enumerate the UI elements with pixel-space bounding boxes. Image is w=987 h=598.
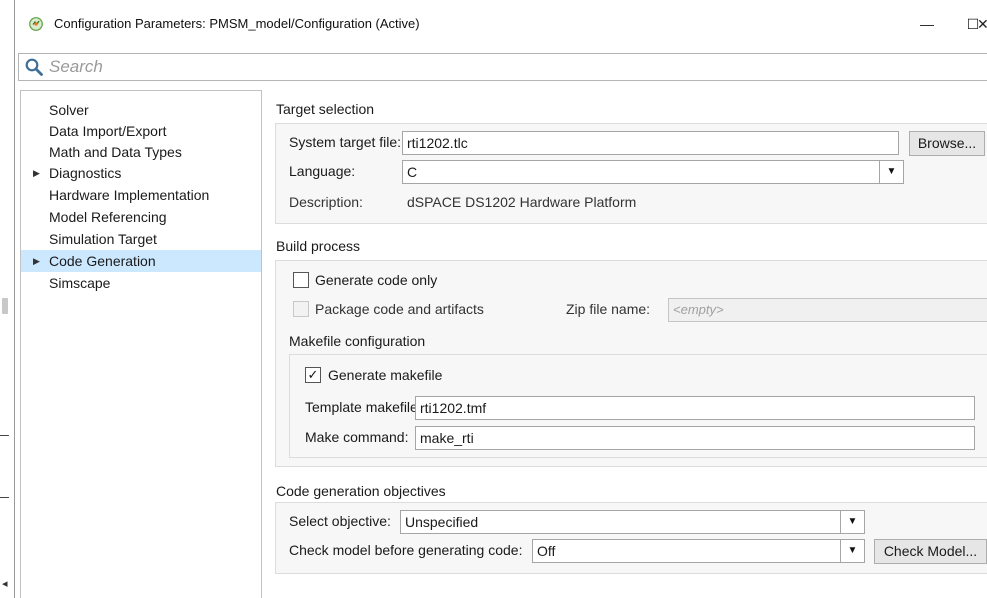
target-selection-group: System target file: rti1202.tlc Browse..… bbox=[275, 123, 987, 224]
tree-item-label: Hardware Implementation bbox=[49, 187, 210, 203]
check-model-label: Check model before generating code: bbox=[289, 542, 523, 558]
tree-item-label: Math and Data Types bbox=[49, 144, 182, 160]
tree-item-model-referencing[interactable]: Model Referencing bbox=[21, 206, 261, 228]
configuration-parameters-window: Configuration Parameters: PMSM_model/Con… bbox=[14, 0, 987, 598]
minimize-button[interactable]: — bbox=[904, 9, 950, 39]
check-model-button[interactable]: Check Model... bbox=[874, 539, 987, 564]
chevron-down-icon[interactable]: ▼ bbox=[840, 540, 864, 562]
system-target-file-field[interactable]: rti1202.tlc bbox=[402, 131, 899, 155]
generate-makefile-checkbox[interactable]: ✓ bbox=[305, 367, 321, 383]
build-process-group: Generate code only Package code and arti… bbox=[275, 260, 987, 467]
make-command-field[interactable]: make_rti bbox=[415, 426, 975, 450]
tree-item-solver[interactable]: Solver bbox=[21, 99, 261, 121]
tree-item-simulation-target[interactable]: Simulation Target bbox=[21, 228, 261, 250]
background-line bbox=[0, 497, 9, 498]
language-value: C bbox=[407, 164, 418, 180]
select-objective-dropdown[interactable]: Unspecified ▼ bbox=[400, 510, 865, 534]
tree-item-label: Diagnostics bbox=[49, 165, 122, 181]
system-target-file-label: System target file: bbox=[289, 134, 402, 150]
matlab-app-icon bbox=[29, 17, 43, 31]
background-line bbox=[0, 435, 9, 436]
generate-code-only-label: Generate code only bbox=[315, 272, 438, 288]
search-bar bbox=[18, 53, 987, 81]
check-model-value: Off bbox=[537, 543, 556, 559]
code-generation-objectives-title: Code generation objectives bbox=[276, 483, 446, 499]
generate-makefile-label: Generate makefile bbox=[328, 367, 443, 383]
package-code-checkbox[interactable] bbox=[293, 301, 309, 317]
template-makefile-field[interactable]: rti1202.tmf bbox=[415, 396, 975, 420]
check-model-dropdown[interactable]: Off ▼ bbox=[532, 539, 865, 563]
expand-arrow-icon[interactable]: ▶ bbox=[33, 250, 40, 272]
language-label: Language: bbox=[289, 163, 356, 179]
tree-item-label: Model Referencing bbox=[49, 209, 167, 225]
make-command-label: Make command: bbox=[305, 429, 409, 445]
target-selection-title: Target selection bbox=[276, 101, 375, 117]
browse-button[interactable]: Browse... bbox=[909, 131, 985, 156]
chevron-down-icon[interactable]: ▼ bbox=[879, 161, 903, 183]
makefile-configuration-group: ✓ Generate makefile Template makefile: r… bbox=[289, 354, 987, 458]
expand-arrow-icon[interactable]: ▶ bbox=[33, 162, 40, 184]
tree-item-label: Simscape bbox=[49, 275, 111, 291]
background-strip: ◂ bbox=[0, 0, 14, 598]
tree-item-label: Data Import/Export bbox=[49, 123, 167, 139]
category-tree: Solver Data Import/Export Math and Data … bbox=[20, 90, 262, 598]
title-bar[interactable]: Configuration Parameters: PMSM_model/Con… bbox=[15, 0, 987, 44]
zip-file-name-field[interactable]: <empty> bbox=[668, 298, 987, 322]
tree-item-math-and-data-types[interactable]: Math and Data Types bbox=[21, 141, 261, 163]
build-process-title: Build process bbox=[276, 238, 361, 254]
language-dropdown[interactable]: C ▼ bbox=[402, 160, 904, 184]
objectives-group: Select objective: Unspecified ▼ Check mo… bbox=[275, 502, 987, 574]
tree-item-simscape[interactable]: Simscape bbox=[21, 272, 261, 294]
tree-item-hardware-implementation[interactable]: Hardware Implementation bbox=[21, 184, 261, 206]
tree-item-data-import-export[interactable]: Data Import/Export bbox=[21, 120, 261, 142]
select-objective-label: Select objective: bbox=[289, 513, 391, 529]
window-title: Configuration Parameters: PMSM_model/Con… bbox=[54, 16, 420, 31]
description-label: Description: bbox=[289, 194, 363, 210]
background-arrow-icon: ◂ bbox=[2, 578, 8, 590]
zip-file-name-label: Zip file name: bbox=[566, 301, 651, 317]
search-input[interactable] bbox=[49, 56, 949, 78]
close-button[interactable]: ✕ bbox=[977, 9, 987, 39]
tree-item-label: Code Generation bbox=[49, 253, 156, 269]
select-objective-value: Unspecified bbox=[405, 514, 479, 530]
search-icon bbox=[25, 58, 43, 76]
tree-item-code-generation[interactable]: ▶ Code Generation bbox=[21, 250, 261, 272]
template-makefile-label: Template makefile: bbox=[305, 399, 422, 415]
package-code-label: Package code and artifacts bbox=[315, 301, 484, 317]
makefile-configuration-title: Makefile configuration bbox=[289, 333, 426, 349]
code-generation-panel: Target selection System target file: rti… bbox=[262, 90, 987, 598]
chevron-down-icon[interactable]: ▼ bbox=[840, 511, 864, 533]
background-handle bbox=[2, 298, 8, 314]
description-value: dSPACE DS1202 Hardware Platform bbox=[407, 194, 637, 210]
tree-item-diagnostics[interactable]: ▶ Diagnostics bbox=[21, 162, 261, 184]
generate-code-only-checkbox[interactable] bbox=[293, 272, 309, 288]
tree-item-label: Simulation Target bbox=[49, 231, 157, 247]
tree-item-label: Solver bbox=[49, 102, 89, 118]
